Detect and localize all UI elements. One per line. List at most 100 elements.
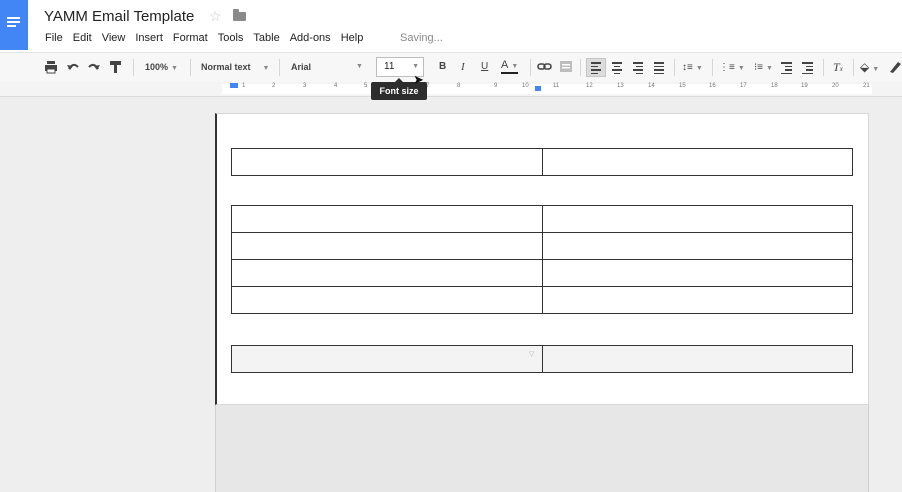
align-right-icon[interactable] [633, 62, 643, 76]
star-icon[interactable]: ☆ [209, 8, 222, 25]
table-cell[interactable] [231, 232, 543, 260]
ruler-mark: 14 [648, 83, 655, 89]
table-cell[interactable] [231, 205, 543, 233]
font-select[interactable]: Arial ▼ [291, 59, 366, 75]
ruler-mark: 1 [242, 83, 246, 89]
table-cell[interactable] [541, 259, 853, 287]
ruler[interactable]: 1 2 3 4 5 6 7 8 9 10 11 12 13 14 15 16 1… [0, 82, 902, 97]
docs-home-icon[interactable] [0, 0, 28, 50]
table-cell[interactable] [541, 232, 853, 260]
bold-button[interactable]: B [439, 59, 446, 75]
highlight-color-button[interactable]: ⬙ ▼ [860, 59, 879, 75]
table-cell[interactable] [541, 286, 853, 314]
ruler-mark: 17 [740, 83, 747, 89]
numbered-list-button[interactable]: ⋮≡ ▼ [719, 59, 745, 75]
ruler-mark: 12 [586, 83, 593, 89]
table-row [231, 148, 853, 176]
numbered-list-icon: ⋮≡ [719, 62, 735, 73]
right-indent-marker[interactable] [535, 86, 541, 91]
font-value: Arial [291, 62, 312, 72]
menu-table[interactable]: Table [253, 32, 279, 44]
align-center-icon[interactable] [612, 62, 622, 76]
redo-icon[interactable] [87, 59, 101, 75]
ruler-mark: 2 [272, 83, 276, 89]
menubar: File Edit View Insert Format Tools Table… [45, 32, 373, 44]
table-cell[interactable] [231, 345, 543, 373]
text-color-label: A [501, 59, 509, 71]
link-icon[interactable] [537, 59, 553, 75]
pen-icon[interactable] [888, 59, 902, 75]
ruler-mark: 10 [522, 83, 529, 89]
menu-addons[interactable]: Add-ons [290, 32, 331, 44]
menu-edit[interactable]: Edit [73, 32, 92, 44]
table-2 [231, 205, 853, 314]
ruler-mark: 18 [771, 83, 778, 89]
table-row [231, 286, 853, 314]
ruler-mark: 15 [679, 83, 686, 89]
chevron-down-icon: ▼ [356, 63, 363, 70]
chevron-down-icon: ▼ [766, 65, 773, 72]
align-left-icon [591, 62, 601, 76]
menu-insert[interactable]: Insert [135, 32, 163, 44]
zoom-select[interactable]: 100% ▼ [145, 59, 178, 75]
ruler-mark: 21 [863, 83, 870, 89]
chevron-down-icon: ▼ [511, 63, 519, 70]
menu-help[interactable]: Help [341, 32, 364, 44]
chevron-down-icon: ▼ [737, 65, 745, 72]
comment-icon[interactable] [559, 59, 573, 75]
paint-format-icon[interactable] [109, 59, 123, 75]
ruler-mark: 16 [709, 83, 716, 89]
ruler-mark: 13 [617, 83, 624, 89]
toolbar: 100% ▼ Normal text ▼ Arial ▼ 11 ▼ B I U A ▼ … [0, 52, 902, 83]
table-row [231, 232, 853, 260]
mouse-cursor-icon: ➤ [413, 72, 424, 87]
document-title[interactable]: YAMM Email Template [44, 8, 194, 25]
underline-button[interactable]: U [481, 59, 488, 75]
ruler-mark: 11 [553, 83, 560, 89]
header: YAMM Email Template ☆ File Edit View Ins… [0, 0, 902, 52]
ruler-mark: 9 [494, 83, 498, 89]
decrease-indent-icon[interactable] [781, 62, 792, 76]
menu-file[interactable]: File [45, 32, 63, 44]
bulleted-list-icon: ⁝≡ [754, 62, 764, 73]
ruler-mark: 8 [457, 83, 461, 89]
table-row [231, 259, 853, 287]
menu-format[interactable]: Format [173, 32, 208, 44]
style-value: Normal text [201, 62, 251, 72]
style-select[interactable]: Normal text ▼ [201, 59, 269, 75]
save-status: Saving... [400, 32, 443, 44]
table-row [231, 345, 853, 373]
paint-bucket-icon: ⬙ [860, 60, 870, 74]
bulleted-list-button[interactable]: ⁝≡ ▼ [754, 59, 773, 75]
align-justify-icon[interactable] [654, 62, 664, 76]
chevron-down-icon: ▼ [872, 66, 880, 73]
italic-button[interactable]: I [461, 59, 465, 75]
chevron-down-icon: ▼ [171, 65, 178, 72]
table-cell[interactable] [231, 148, 543, 176]
text-color-button[interactable]: A ▼ [501, 59, 519, 74]
table-cell[interactable] [231, 259, 543, 287]
document-page-bottom[interactable] [215, 405, 869, 492]
menu-tools[interactable]: Tools [218, 32, 244, 44]
increase-indent-icon[interactable] [802, 62, 813, 76]
table-cell-dropdown-icon[interactable]: ▽ [529, 350, 534, 358]
font-size-value: 11 [384, 61, 395, 72]
table-cell[interactable] [541, 148, 853, 176]
line-spacing-button[interactable]: ↕≡ ▼ [682, 59, 703, 75]
table-cell[interactable] [231, 286, 543, 314]
chevron-down-icon: ▼ [262, 65, 270, 72]
table-row [231, 205, 853, 233]
align-left-button[interactable] [586, 58, 606, 77]
clear-formatting-icon[interactable]: Tx [833, 59, 843, 75]
table-cell[interactable] [541, 205, 853, 233]
undo-icon[interactable] [66, 59, 80, 75]
table-cell[interactable] [541, 345, 853, 373]
print-icon[interactable] [44, 59, 58, 75]
ruler-mark: 19 [801, 83, 808, 89]
left-indent-marker[interactable] [230, 83, 238, 88]
folder-icon[interactable] [233, 9, 246, 21]
ruler-mark: 3 [303, 83, 307, 89]
ruler-mark: 4 [334, 83, 338, 89]
ruler-mark: 5 [364, 83, 368, 89]
menu-view[interactable]: View [102, 32, 126, 44]
